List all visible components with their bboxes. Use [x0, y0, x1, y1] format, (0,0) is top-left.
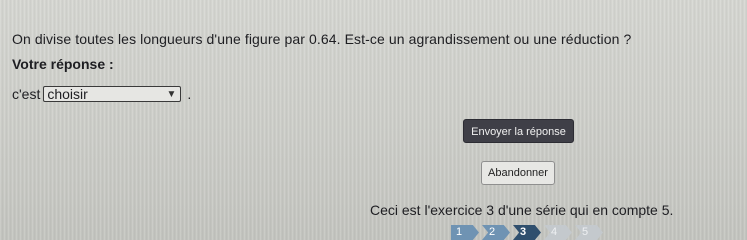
- pager-step-1[interactable]: 1: [451, 225, 479, 240]
- exercise-question: On divise toutes les longueurs d'une fig…: [12, 31, 632, 47]
- pager-step-2[interactable]: 2: [482, 225, 510, 240]
- answer-row: c'est choisir ▼ .: [12, 86, 191, 102]
- pager-step-5[interactable]: 5: [575, 225, 603, 240]
- abandon-button[interactable]: Abandonner: [481, 161, 555, 185]
- chevron-down-icon: ▼: [166, 89, 177, 100]
- answer-select-value: choisir: [47, 86, 88, 102]
- submit-answer-button[interactable]: Envoyer la réponse: [463, 119, 574, 143]
- series-pager: 1 2 3 4 5: [451, 225, 606, 240]
- series-info: Ceci est l'exercice 3 d'une série qui en…: [370, 202, 674, 218]
- pager-step-4[interactable]: 4: [544, 225, 572, 240]
- answer-suffix: .: [187, 86, 192, 102]
- answer-prefix: c'est: [12, 86, 41, 102]
- pager-step-3[interactable]: 3: [513, 225, 541, 240]
- answer-label: Votre réponse :: [12, 56, 114, 72]
- answer-select[interactable]: choisir ▼: [43, 86, 182, 102]
